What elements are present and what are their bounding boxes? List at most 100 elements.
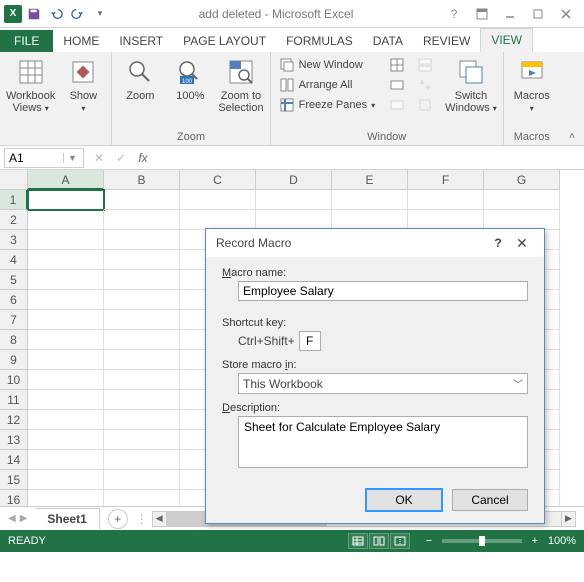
row-header[interactable]: 13 [0, 430, 28, 450]
zoom-slider-thumb[interactable] [479, 536, 485, 546]
row-header[interactable]: 15 [0, 470, 28, 490]
ok-button[interactable]: OK [366, 489, 442, 511]
name-box-dropdown-icon[interactable]: ▼ [63, 153, 81, 163]
cell[interactable] [28, 290, 104, 310]
cell[interactable] [28, 310, 104, 330]
cell[interactable] [28, 470, 104, 490]
cell[interactable] [28, 230, 104, 250]
tab-nav-prev-icon[interactable]: ◀ [8, 513, 16, 524]
cell[interactable] [28, 190, 104, 210]
cell[interactable] [104, 390, 180, 410]
zoom-percent[interactable]: 100% [548, 535, 576, 547]
cell[interactable] [104, 310, 180, 330]
cell[interactable] [104, 210, 180, 230]
tab-view[interactable]: VIEW [480, 28, 533, 52]
tab-page-layout[interactable]: PAGE LAYOUT [173, 30, 276, 52]
qat-customize-icon[interactable]: ▾ [90, 4, 110, 24]
tab-nav-next-icon[interactable]: ▶ [20, 513, 28, 524]
zoom-selection-button[interactable]: Zoom to Selection [218, 56, 263, 114]
tab-review[interactable]: REVIEW [413, 30, 480, 52]
cell[interactable] [104, 230, 180, 250]
zoom-slider[interactable] [442, 539, 522, 543]
cell[interactable] [28, 410, 104, 430]
row-header[interactable]: 10 [0, 370, 28, 390]
side-by-side-button[interactable] [415, 56, 435, 74]
cell[interactable] [104, 430, 180, 450]
macros-button[interactable]: Macros▾ [510, 56, 554, 115]
cell[interactable] [104, 470, 180, 490]
row-header[interactable]: 9 [0, 350, 28, 370]
row-header[interactable]: 3 [0, 230, 28, 250]
page-break-view-icon[interactable] [390, 533, 410, 549]
cell[interactable] [104, 250, 180, 270]
cell[interactable] [104, 290, 180, 310]
cell[interactable] [180, 210, 256, 230]
cell[interactable] [28, 210, 104, 230]
cell[interactable] [484, 210, 560, 230]
cell[interactable] [104, 450, 180, 470]
new-sheet-button[interactable]: + [108, 509, 128, 529]
col-header[interactable]: E [332, 170, 408, 190]
cell[interactable] [28, 390, 104, 410]
ribbon-display-icon[interactable] [470, 4, 494, 24]
zoom-in-icon[interactable]: + [528, 535, 542, 547]
tab-file[interactable]: FILE [0, 30, 53, 52]
excel-icon[interactable]: X [4, 5, 22, 23]
dialog-close-icon[interactable]: ✕ [510, 235, 534, 252]
cell[interactable] [180, 190, 256, 210]
zoom-button[interactable]: Zoom [118, 56, 162, 102]
split-button[interactable] [387, 56, 407, 74]
col-header[interactable]: C [180, 170, 256, 190]
close-icon[interactable] [554, 4, 578, 24]
col-header[interactable]: F [408, 170, 484, 190]
fx-icon[interactable]: fx [132, 151, 154, 165]
col-header[interactable]: A [28, 170, 104, 190]
cell[interactable] [104, 350, 180, 370]
col-header[interactable]: G [484, 170, 560, 190]
minimize-icon[interactable] [498, 4, 522, 24]
scroll-right-icon[interactable]: ▶ [561, 512, 575, 526]
row-header[interactable]: 5 [0, 270, 28, 290]
enter-formula-icon[interactable]: ✓ [110, 151, 132, 165]
page-layout-view-icon[interactable] [369, 533, 389, 549]
col-header[interactable]: B [104, 170, 180, 190]
cell[interactable] [28, 330, 104, 350]
undo-icon[interactable] [46, 4, 66, 24]
cell[interactable] [28, 490, 104, 506]
macro-name-input[interactable] [238, 281, 528, 301]
scroll-left-icon[interactable]: ◀ [153, 512, 167, 526]
tab-formulas[interactable]: FORMULAS [276, 30, 363, 52]
name-box-input[interactable] [5, 151, 63, 165]
cell[interactable] [104, 270, 180, 290]
reset-pos-button[interactable] [415, 96, 435, 114]
cell[interactable] [408, 190, 484, 210]
cell[interactable] [332, 210, 408, 230]
sheet-tab[interactable]: Sheet1 [35, 508, 99, 529]
cell[interactable] [28, 350, 104, 370]
col-header[interactable]: D [256, 170, 332, 190]
row-header[interactable]: 6 [0, 290, 28, 310]
sync-scroll-button[interactable] [415, 76, 435, 94]
dialog-titlebar[interactable]: Record Macro ? ✕ [206, 229, 544, 257]
cell[interactable] [104, 330, 180, 350]
save-icon[interactable] [24, 4, 44, 24]
row-header[interactable]: 4 [0, 250, 28, 270]
tab-insert[interactable]: INSERT [109, 30, 173, 52]
cell[interactable] [28, 370, 104, 390]
select-all-corner[interactable] [0, 170, 28, 190]
row-header[interactable]: 1 [0, 190, 28, 210]
cell[interactable] [104, 490, 180, 506]
split-handle-icon[interactable]: ⋮ [136, 512, 148, 526]
cell[interactable] [332, 190, 408, 210]
row-header[interactable]: 12 [0, 410, 28, 430]
normal-view-icon[interactable] [348, 533, 368, 549]
row-header[interactable]: 14 [0, 450, 28, 470]
cell[interactable] [28, 450, 104, 470]
row-header[interactable]: 2 [0, 210, 28, 230]
cell[interactable] [28, 270, 104, 290]
row-header[interactable]: 11 [0, 390, 28, 410]
cancel-formula-icon[interactable]: ✕ [88, 151, 110, 165]
store-in-select[interactable]: This Workbook ﹀ [238, 373, 528, 394]
maximize-icon[interactable] [526, 4, 550, 24]
shortcut-key-input[interactable] [299, 331, 321, 351]
